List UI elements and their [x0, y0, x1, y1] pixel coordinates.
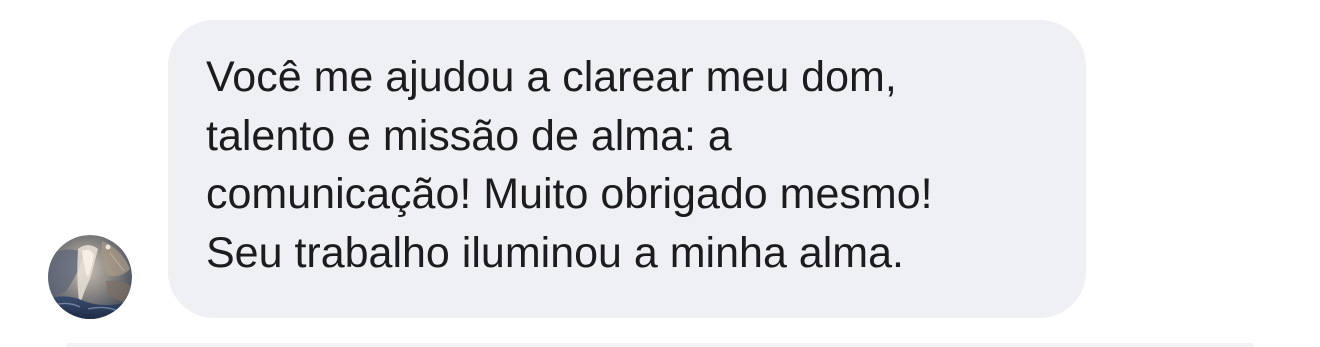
- message-text-line: Você me ajudou a clarear meu dom,: [206, 53, 897, 101]
- profile-photo-avatar-icon: [48, 235, 132, 319]
- composer-top-edge: [66, 343, 1254, 347]
- message-text-line: talento e missão de alma: a: [206, 111, 732, 160]
- chat-view: Você me ajudou a clarear meu dom, talent…: [0, 0, 1320, 347]
- sender-avatar[interactable]: [48, 235, 132, 319]
- message-text-line: Seu trabalho iluminou a minha alma.: [206, 228, 904, 277]
- message-bubble[interactable]: Você me ajudou a clarear meu dom, talent…: [168, 20, 1086, 318]
- message-text-line: comunicação! Muito obrigado mesmo!: [206, 170, 933, 218]
